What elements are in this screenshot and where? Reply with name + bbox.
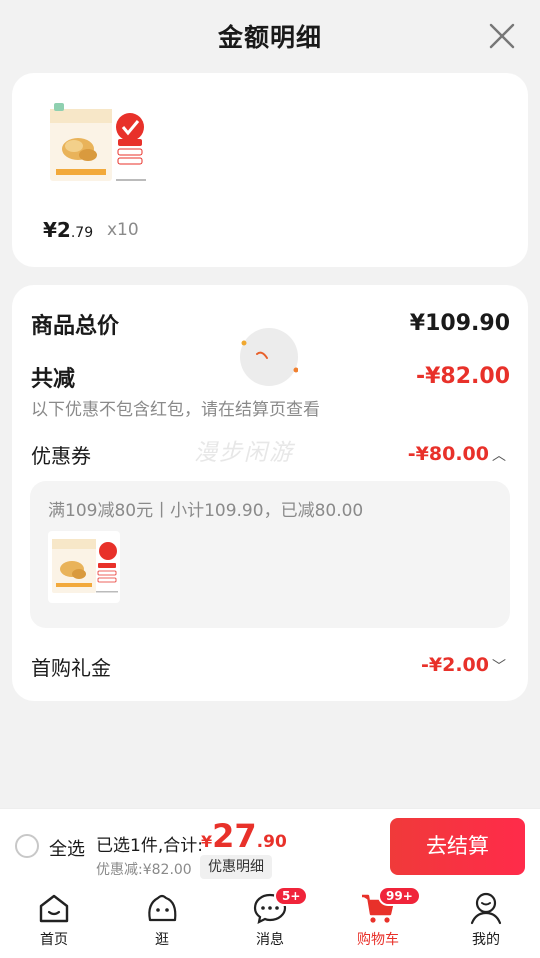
unit-price: ¥2.79 bbox=[43, 218, 94, 242]
cart-badge: 99+ bbox=[378, 886, 421, 906]
chevron-down-icon: ﹀ bbox=[492, 659, 506, 675]
tab-label: 消息 bbox=[256, 932, 284, 948]
total-price-label: 商品总价 bbox=[31, 314, 120, 339]
discount-note: 以下优惠不包含红包，请在结算页查看 bbox=[31, 400, 320, 420]
coupon-product-image bbox=[48, 531, 120, 603]
tab-cart[interactable]: 99+ 购物车 bbox=[338, 884, 421, 958]
loading-spinner bbox=[240, 328, 299, 386]
bottom-tab-bar: 首页 逛 5+ 消息 99+ 购物车 我的 bbox=[0, 884, 540, 958]
select-all-label[interactable]: 全选 bbox=[49, 835, 85, 861]
tab-profile[interactable]: 我的 bbox=[446, 884, 526, 958]
select-all-radio[interactable] bbox=[15, 834, 39, 858]
total-sum: ¥27.90 bbox=[201, 817, 287, 855]
discount-label: 共减 bbox=[31, 367, 76, 392]
close-icon[interactable] bbox=[488, 22, 516, 50]
gift-amount-toggle[interactable]: -¥2.00 ﹀ bbox=[421, 654, 506, 676]
tab-browse[interactable]: 逛 bbox=[122, 884, 202, 958]
discount-amount: -¥82.00 bbox=[415, 364, 510, 389]
coupon-label: 优惠券 bbox=[31, 444, 91, 468]
discount-detail-button[interactable]: 优惠明细 bbox=[200, 855, 272, 879]
quantity: x10 bbox=[107, 220, 139, 240]
saved-amount: 优惠减:¥82.00 bbox=[96, 862, 192, 878]
tab-messages[interactable]: 5+ 消息 bbox=[230, 884, 310, 958]
header: 金额明细 bbox=[0, 0, 540, 72]
total-price-amount: ¥109.90 bbox=[409, 311, 510, 336]
message-badge: 5+ bbox=[274, 886, 309, 906]
product-image[interactable] bbox=[48, 99, 148, 199]
tab-home[interactable]: 首页 bbox=[14, 884, 94, 958]
tab-label: 购物车 bbox=[357, 932, 399, 948]
checkout-button[interactable]: 去结算 bbox=[390, 818, 525, 875]
browse-face-icon bbox=[148, 894, 177, 922]
first-purchase-gift-label: 首购礼金 bbox=[31, 656, 111, 680]
tab-label: 逛 bbox=[155, 932, 169, 948]
page-title: 金额明细 bbox=[217, 23, 322, 52]
product-card: ¥2.79 x10 bbox=[12, 73, 528, 267]
chevron-up-icon: ︿ bbox=[492, 448, 506, 464]
checkout-bar: 全选 已选1件,合计: ¥27.90 优惠减:¥82.00 优惠明细 去结算 bbox=[0, 808, 540, 884]
profile-icon bbox=[470, 892, 502, 925]
coupon-description: 满109减80元丨小计109.90，已减80.00 bbox=[48, 501, 364, 521]
selected-summary: 已选1件,合计: bbox=[96, 836, 203, 856]
tab-label: 我的 bbox=[472, 932, 500, 948]
home-icon bbox=[39, 894, 69, 923]
tab-label: 首页 bbox=[40, 932, 68, 948]
watermark: 漫步闲游 bbox=[194, 440, 294, 466]
coupon-detail-box: 满109减80元丨小计109.90，已减80.00 bbox=[30, 481, 510, 628]
coupon-amount-toggle[interactable]: -¥80.00 ︿ bbox=[408, 443, 506, 465]
